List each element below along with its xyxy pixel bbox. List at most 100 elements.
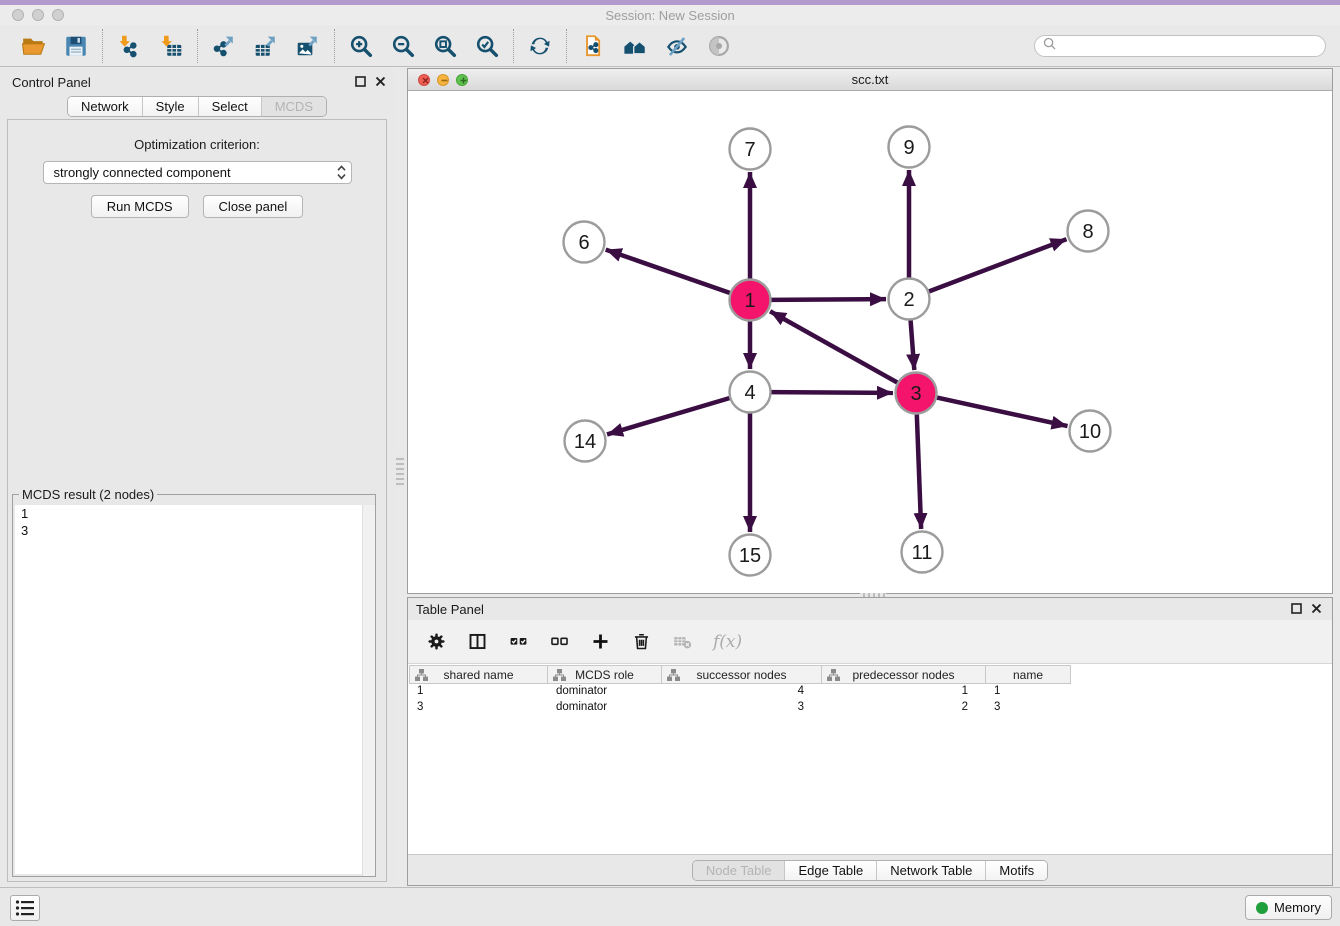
graph-edge-4-14[interactable] [607,398,729,434]
tab-mcds[interactable]: MCDS [261,97,326,116]
delete-columns-button[interactable] [631,631,652,652]
graph-node-label-14: 14 [574,431,596,453]
table-toolbar: f(x) [408,620,1332,664]
optimization-criterion-select[interactable]: strongly connected component [43,161,352,184]
graph-edge-1-6[interactable] [606,250,730,293]
unselect-all-columns-button[interactable] [549,631,570,652]
mcds-result-list[interactable]: 13 [15,505,373,874]
column-type-icon [415,669,428,684]
table-cell[interactable]: 4 [662,684,822,700]
import-table-button[interactable] [155,30,187,62]
optimization-criterion-label: Optimization criterion: [8,137,386,152]
import-network-button[interactable] [113,30,145,62]
graph-node-label-3: 3 [910,383,921,405]
memory-status-icon [1256,902,1268,914]
table-cell[interactable]: 3 [986,700,1071,716]
search-input[interactable] [1061,37,1325,55]
tab-select[interactable]: Select [198,97,261,116]
node-table: shared nameMCDS rolesuccessor nodesprede… [409,665,1331,854]
table-cell[interactable]: dominator [548,700,662,716]
close-table-panel-button[interactable] [1311,603,1322,614]
tab-style[interactable]: Style [142,97,198,116]
graph-node-label-6: 6 [578,232,589,254]
run-mcds-button[interactable]: Run MCDS [91,195,189,218]
table-cell[interactable]: 2 [822,700,986,716]
graph-edge-3-1[interactable] [770,311,897,382]
select-all-columns-button[interactable] [508,631,529,652]
export-table-button[interactable] [250,30,282,62]
tab-network[interactable]: Network [68,97,142,116]
graph-node-label-9: 9 [903,137,914,159]
table-row[interactable]: 3dominator323 [409,700,1331,716]
open-session-button[interactable] [18,30,50,62]
column-header-predecessor-nodes[interactable]: predecessor nodes [822,665,986,684]
network-window-title: scc.txt [408,72,1332,87]
vertical-splitter[interactable] [396,455,404,485]
close-mcds-panel-button[interactable]: Close panel [203,195,304,218]
table-row[interactable]: 1dominator411 [409,684,1331,700]
table-panel: Table Panel f(x) shared nameMCDS rolesuc… [407,597,1333,886]
result-item[interactable]: 1 [15,505,373,522]
hide-eye-icon [664,33,690,59]
graph-edge-3-10[interactable] [937,398,1068,427]
refresh-button[interactable] [524,30,556,62]
export-image-button[interactable] [292,30,324,62]
import-table-icon [158,33,184,59]
zoom-selected-button[interactable] [471,30,503,62]
show-column-button[interactable] [467,631,488,652]
clone-network-button[interactable] [577,30,609,62]
table-cell[interactable]: 1 [986,684,1071,700]
graph-edge-1-2[interactable] [771,299,886,300]
tab-motifs[interactable]: Motifs [985,861,1047,880]
column-header-MCDS-role[interactable]: MCDS role [548,665,662,684]
zoom-in-button[interactable] [345,30,377,62]
column-type-icon [667,669,680,684]
table-cell[interactable]: 3 [409,700,548,716]
mcds-result-box: MCDS result (2 nodes) 13 [12,494,376,877]
show-column-icon [467,631,488,652]
zoom-out-button[interactable] [387,30,419,62]
column-header-successor-nodes[interactable]: successor nodes [662,665,822,684]
table-cell[interactable]: 1 [409,684,548,700]
hide-panel-button[interactable] [661,30,693,62]
result-item[interactable]: 3 [15,522,373,539]
graph-edge-2-8[interactable] [929,239,1066,291]
table-cell[interactable]: 3 [662,700,822,716]
zoom-fit-button[interactable] [429,30,461,62]
graph-edge-4-3[interactable] [771,392,893,393]
network-view-window: scc.txt 7968124314101511 [407,68,1333,594]
plus-icon [590,631,611,652]
tab-node-table[interactable]: Node Table [693,861,785,880]
network-canvas[interactable]: 7968124314101511 [408,91,1332,593]
float-panel-button[interactable] [355,76,366,87]
table-cell[interactable]: dominator [548,684,662,700]
column-header-name[interactable]: name [986,665,1071,684]
add-column-button[interactable] [590,631,611,652]
column-header-shared-name[interactable]: shared name [409,665,548,684]
table-cell[interactable]: 1 [822,684,986,700]
graph-node-label-11: 11 [912,542,933,564]
status-bar: Memory [0,887,1340,926]
tab-edge-table[interactable]: Edge Table [784,861,876,880]
eye-disabled-icon [706,33,732,59]
first-neighbors-button[interactable] [619,30,651,62]
memory-button[interactable]: Memory [1245,895,1332,920]
mcds-panel: Optimization criterion: strongly connect… [7,119,387,882]
select-all-icon [508,631,529,652]
float-table-panel-button[interactable] [1291,603,1302,614]
task-history-button[interactable] [10,895,40,921]
window-title: Session: New Session [0,8,1340,23]
close-panel-button[interactable] [375,76,386,87]
result-scrollbar[interactable] [362,505,375,876]
app-window: Session: New Session Control Panel Netwo… [0,0,1340,926]
memory-label: Memory [1274,900,1321,915]
graph-edge-2-3[interactable] [911,320,915,370]
save-session-button[interactable] [60,30,92,62]
tab-network-table[interactable]: Network Table [876,861,985,880]
control-panel-title: Control Panel [12,75,91,90]
graph-edge-3-11[interactable] [917,414,921,529]
table-settings-button[interactable] [426,631,447,652]
search-box[interactable] [1034,35,1326,57]
export-network-button[interactable] [208,30,240,62]
table-header-row: shared nameMCDS rolesuccessor nodesprede… [409,665,1331,684]
